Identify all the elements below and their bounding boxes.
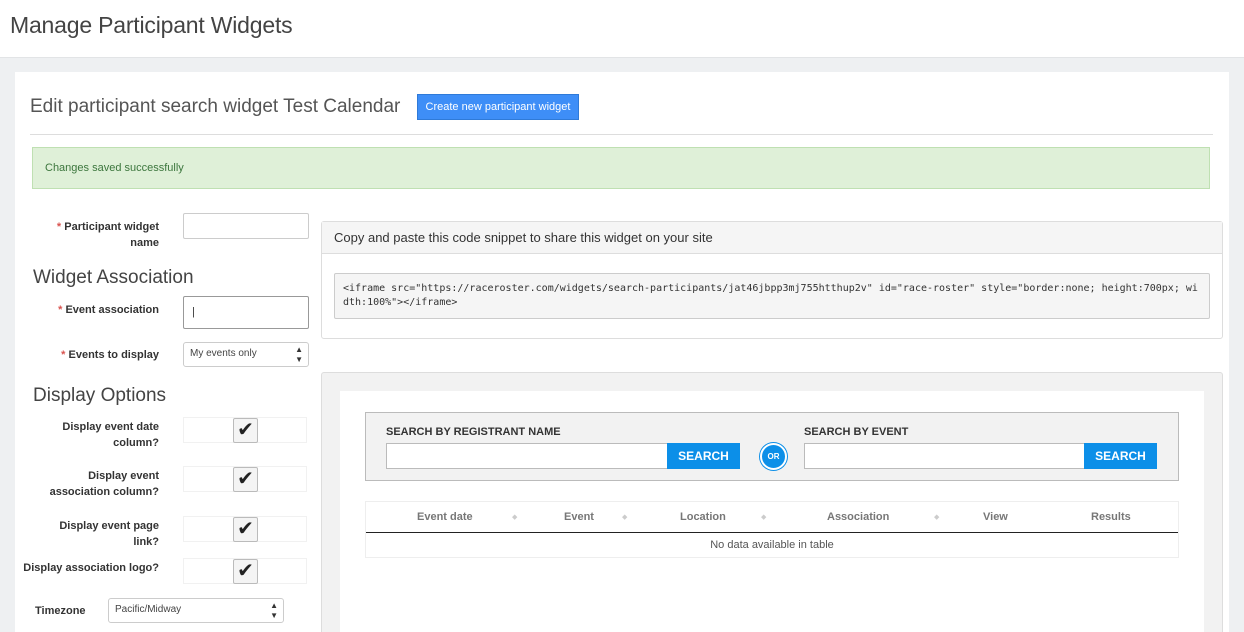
select-arrows-icon: ▲ ▼	[270, 601, 278, 620]
event-association-input[interactable]: |	[183, 296, 309, 329]
checkbox-event-page-link[interactable]: ✔	[233, 517, 258, 542]
events-to-display-select[interactable]: My events only ▲ ▼	[183, 342, 309, 367]
checkmark-icon: ✔	[237, 419, 254, 441]
search-by-name-label: SEARCH BY REGISTRANT NAME	[386, 426, 561, 438]
snippet-heading: Copy and paste this code snippet to shar…	[322, 222, 1222, 254]
sort-icon[interactable]: ◆	[761, 502, 766, 533]
checkmark-icon: ✔	[237, 468, 254, 490]
code-snippet-panel: Copy and paste this code snippet to shar…	[321, 221, 1223, 339]
checkmark-icon: ✔	[237, 518, 254, 540]
option-label-date-column: Display event date column?	[62, 421, 159, 449]
divider	[30, 134, 1213, 135]
search-by-event-label: SEARCH BY EVENT	[804, 426, 909, 438]
timezone-label: Timezone	[35, 605, 86, 617]
widget-name-input[interactable]	[183, 213, 309, 239]
table-header: Event date ◆ Event ◆ Location ◆ Associat…	[366, 502, 1178, 533]
snippet-code[interactable]: <iframe src="https://raceroster.com/widg…	[334, 273, 1210, 319]
option-cell-association-column: ✔	[183, 466, 307, 492]
option-label-association-column: Display event association column?	[49, 470, 159, 498]
checkbox-date-column[interactable]: ✔	[233, 418, 258, 443]
sort-icon[interactable]: ◆	[512, 502, 517, 533]
results-table: Event date ◆ Event ◆ Location ◆ Associat…	[365, 501, 1179, 558]
search-name-input[interactable]	[386, 443, 668, 469]
checkbox-association-logo[interactable]: ✔	[233, 559, 258, 584]
widget-association-heading: Widget Association	[33, 267, 194, 288]
column-event[interactable]: Event	[564, 502, 594, 533]
events-to-display-label: * Events to display	[61, 349, 159, 361]
search-event-input[interactable]	[804, 443, 1086, 469]
option-label-event-page-link: Display event page link?	[59, 520, 159, 548]
option-label-association-logo: Display association logo?	[23, 562, 159, 574]
empty-table-message: No data available in table	[710, 539, 834, 551]
event-association-label: * Event association	[58, 304, 159, 316]
search-area: SEARCH BY REGISTRANT NAME SEARCH OR SEAR…	[365, 412, 1179, 481]
select-arrows-icon: ▲ ▼	[295, 345, 303, 364]
sort-icon[interactable]: ◆	[934, 502, 939, 533]
search-event-button[interactable]: SEARCH	[1084, 443, 1157, 469]
display-options-heading: Display Options	[33, 385, 167, 406]
widget-name-label: * Participant widget name	[56, 221, 159, 249]
edit-widget-title: Edit participant search widget Test Cale…	[30, 96, 401, 117]
sort-icon[interactable]: ◆	[622, 502, 627, 533]
option-cell-date-column: ✔	[183, 417, 307, 443]
success-alert: Changes saved successfully	[32, 147, 1210, 189]
or-badge: OR	[760, 443, 787, 470]
checkmark-icon: ✔	[237, 560, 254, 582]
top-header: Manage Participant Widgets	[0, 0, 1244, 58]
column-event-date[interactable]: Event date	[417, 502, 473, 533]
column-association[interactable]: Association	[827, 502, 889, 533]
option-cell-event-page-link: ✔	[183, 516, 307, 542]
create-widget-button[interactable]: Create new participant widget	[417, 94, 579, 120]
search-name-button[interactable]: SEARCH	[667, 443, 740, 469]
page-title: Manage Participant Widgets	[10, 12, 293, 38]
column-location[interactable]: Location	[680, 502, 726, 533]
required-mark: *	[56, 221, 62, 233]
option-cell-association-logo: ✔	[183, 558, 307, 584]
column-view: View	[983, 511, 1008, 523]
timezone-select[interactable]: Pacific/Midway ▲ ▼	[108, 598, 284, 623]
preview-frame: SEARCH BY REGISTRANT NAME SEARCH OR SEAR…	[340, 391, 1204, 632]
widget-preview: SEARCH BY REGISTRANT NAME SEARCH OR SEAR…	[321, 372, 1223, 632]
main-panel: Edit participant search widget Test Cale…	[15, 72, 1229, 632]
checkbox-association-column[interactable]: ✔	[233, 467, 258, 492]
column-results: Results	[1091, 511, 1131, 523]
